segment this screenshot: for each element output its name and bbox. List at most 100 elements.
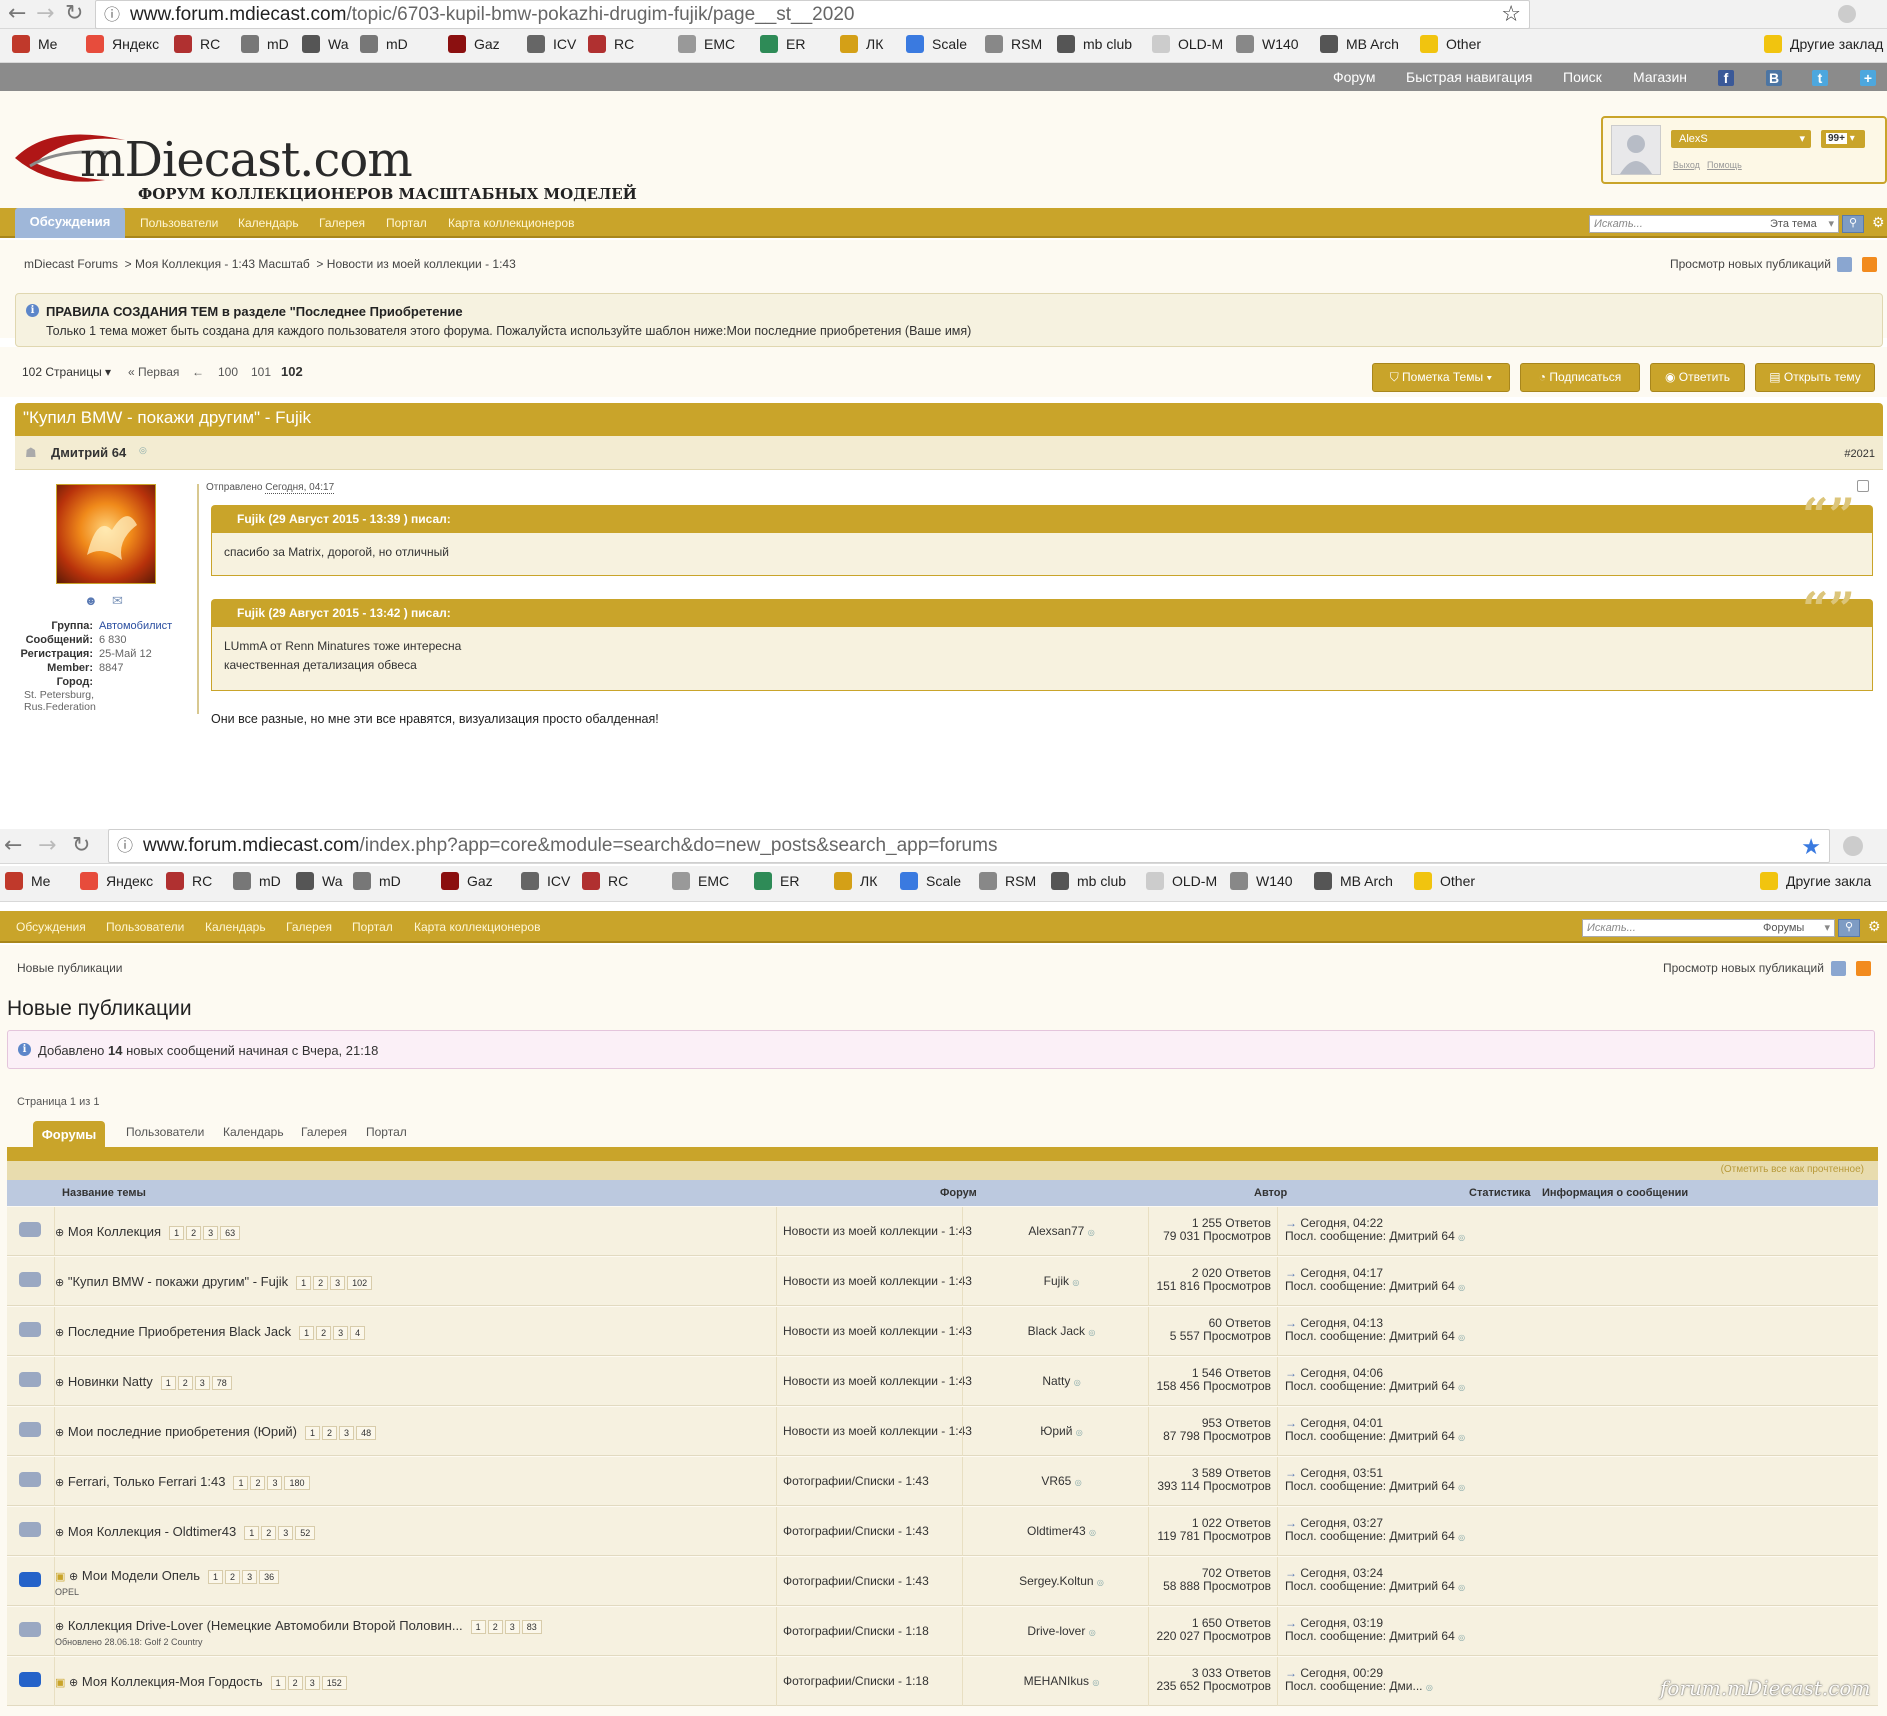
select-post-checkbox[interactable] (1857, 480, 1869, 492)
page-100[interactable]: 100 (218, 365, 238, 379)
last-post-author[interactable]: Посл. сообщение: Дмитрий 64 (1285, 1629, 1455, 1643)
topic-page-link[interactable]: 78 (211, 1376, 232, 1390)
author-link[interactable]: Natty (1042, 1374, 1070, 1388)
profile-link-icon[interactable]: ◎ (1088, 1328, 1095, 1337)
last-post-author[interactable]: Посл. сообщение: Дмитрий 64 (1285, 1379, 1455, 1393)
bookmark-item[interactable]: W140 (1236, 35, 1299, 53)
col-forum[interactable]: Форум (940, 1187, 977, 1199)
col-last-info[interactable]: Информация о сообщении (1542, 1187, 1688, 1199)
topic-page-link[interactable]: 180 (284, 1476, 310, 1490)
forum-link[interactable]: Новости из моей коллекции - 1:43 (783, 1374, 972, 1388)
gear-icon[interactable]: ⚙ (1868, 918, 1881, 935)
user-menu[interactable]: AlexS ▾ (1671, 130, 1811, 148)
tab-calendar[interactable]: Календарь (223, 1125, 284, 1139)
profile-link-icon[interactable]: ◎ (1076, 1428, 1083, 1437)
crumb-home[interactable]: mDiecast Forums (24, 257, 118, 271)
profile-link-icon[interactable]: ◎ (1074, 1378, 1081, 1387)
topic-page-link[interactable]: 1 (208, 1570, 224, 1584)
topic-page-link[interactable]: 2 (316, 1326, 332, 1340)
tab-forums[interactable]: Форумы (33, 1121, 105, 1148)
topic-page-link[interactable]: 2 (313, 1276, 329, 1290)
table-row[interactable]: ⊕ Ferrari, Только Ferrari 1:43 1 2 3 180 Фото… (7, 1457, 1878, 1506)
view-new-posts-link[interactable]: Просмотр новых публикаций (1670, 257, 1831, 271)
forward-icon[interactable]: → (38, 835, 56, 857)
topic-page-link[interactable]: 2 (487, 1620, 503, 1634)
bookmark-item[interactable]: MB Arch (1320, 35, 1399, 53)
last-post-author[interactable]: Посл. сообщение: Дмитрий 64 (1285, 1529, 1455, 1543)
table-row[interactable]: ⊕ Коллекция Drive-Lover (Немецкие Автомо… (7, 1607, 1878, 1656)
post-number[interactable]: #2021 (1844, 448, 1875, 460)
bookmark-item[interactable]: EMC (678, 35, 735, 53)
tab-gallery[interactable]: Галерея (301, 1125, 347, 1139)
reply-button[interactable]: ◉ Ответить (1650, 363, 1745, 392)
topic-status-icon[interactable] (19, 1322, 41, 1337)
facebook-icon[interactable]: f (1718, 70, 1734, 86)
topic-page-link[interactable]: 1 (160, 1376, 176, 1390)
bookmark-item[interactable]: Other (1414, 872, 1475, 890)
bookmark-item[interactable]: mD (353, 872, 401, 890)
table-row[interactable]: ⊕ Мои последние приобретения (Юрий) 1 2 3 48… (7, 1407, 1878, 1456)
bookmark-item[interactable]: ICV (521, 872, 570, 890)
bookmark-item[interactable]: Gaz (441, 872, 493, 890)
address-bar-2[interactable]: ⓘ www.forum.mdiecast.com/index.php?app=c… (108, 829, 1830, 863)
bookmark-item[interactable]: EMC (672, 872, 729, 890)
arrow-right-icon[interactable]: → (1285, 1216, 1297, 1230)
twitter-icon[interactable]: t (1812, 70, 1828, 86)
profile-link-icon[interactable]: ◎ (1092, 1678, 1099, 1687)
author-link[interactable]: Drive-lover (1027, 1624, 1085, 1638)
bookmark-item[interactable]: mD (241, 35, 289, 53)
bookmark-item[interactable]: Wa (296, 872, 342, 890)
nav-discussions[interactable]: Обсуждения (16, 920, 86, 934)
topic-page-link[interactable]: 102 (347, 1276, 373, 1290)
last-post-time[interactable]: Сегодня, 04:06 (1300, 1366, 1383, 1380)
author-link[interactable]: Юрий (1040, 1424, 1072, 1438)
logout-link[interactable]: Выход (1673, 160, 1700, 170)
crumb-collection[interactable]: Моя Коллекция - 1:43 Масштаб (135, 257, 310, 271)
topic-status-icon[interactable] (19, 1422, 41, 1437)
topic-page-link[interactable]: 2 (225, 1570, 241, 1584)
last-post-author[interactable]: Посл. сообщение: Дми... (1285, 1679, 1423, 1693)
topic-link[interactable]: "Купил BMW - покажи другим" - Fujik (68, 1274, 288, 1289)
last-post-author[interactable]: Посл. сообщение: Дмитрий 64 (1285, 1429, 1455, 1443)
last-post-author[interactable]: Посл. сообщение: Дмитрий 64 (1285, 1279, 1455, 1293)
avatar[interactable] (1611, 125, 1661, 175)
author-link[interactable]: Black Jack (1028, 1324, 1085, 1338)
reload-icon[interactable]: ↻ (65, 3, 83, 25)
topic-page-link[interactable]: 2 (287, 1676, 303, 1690)
table-row[interactable]: ▣ ⊕ Моя Коллекция-Моя Гордость 1 2 3 152 Фото… (7, 1657, 1878, 1706)
add-friend-icon[interactable]: ☻ (84, 593, 98, 608)
reload-icon[interactable]: ↻ (72, 835, 90, 857)
table-row[interactable]: ⊕ Моя Коллекция - Oldtimer43 1 2 3 52 Фотогра… (7, 1507, 1878, 1556)
forum-link[interactable]: Новости из моей коллекции - 1:43 (783, 1324, 972, 1338)
bookmark-item[interactable]: Scale (900, 872, 961, 890)
bookmark-item[interactable]: RC (582, 872, 628, 890)
topic-link[interactable]: Коллекция Drive-Lover (Немецкие Автомоби… (68, 1618, 463, 1633)
col-title[interactable]: Название темы (62, 1187, 146, 1199)
bookmark-item[interactable]: RC (174, 35, 220, 53)
topic-page-link[interactable]: 52 (295, 1526, 316, 1540)
group-value[interactable]: Автомобилист (99, 620, 172, 632)
message-icon[interactable]: ✉ (112, 593, 123, 609)
topic-page-link[interactable]: 1 (470, 1620, 486, 1634)
topic-page-link[interactable]: 2 (250, 1476, 266, 1490)
topic-page-link[interactable]: 63 (220, 1226, 241, 1240)
share-icon[interactable]: + (1860, 70, 1876, 86)
profile-link-icon[interactable]: ◎ (1097, 1578, 1104, 1587)
last-post-time[interactable]: Сегодня, 04:22 (1300, 1216, 1383, 1230)
forum-link[interactable]: Новости из моей коллекции - 1:43 (783, 1224, 972, 1238)
last-post-time[interactable]: Сегодня, 03:51 (1300, 1466, 1383, 1480)
logo-text[interactable]: mDiecast.com (80, 132, 413, 188)
author-link[interactable]: Oldtimer43 (1027, 1524, 1086, 1538)
nav-portal[interactable]: Портал (352, 920, 393, 934)
topic-status-icon[interactable] (19, 1672, 41, 1687)
topic-link[interactable]: Моя Коллекция-Моя Гордость (82, 1674, 263, 1689)
bookmark-item[interactable]: MB Arch (1314, 872, 1393, 890)
profile-link-icon[interactable]: ◎ (1458, 1433, 1465, 1442)
tab-users[interactable]: Пользователи (126, 1125, 204, 1139)
bookmark-item[interactable]: W140 (1230, 872, 1293, 890)
new-posts-icon[interactable] (1831, 961, 1846, 976)
topic-status-icon[interactable] (19, 1472, 41, 1487)
topic-link[interactable]: Последние Приобретения Black Jack (68, 1324, 291, 1339)
address-bar-1[interactable]: ⓘ www.forum.mdiecast.com/topic/6703-kupi… (95, 0, 1530, 29)
arrow-right-icon[interactable]: → (1285, 1366, 1297, 1380)
